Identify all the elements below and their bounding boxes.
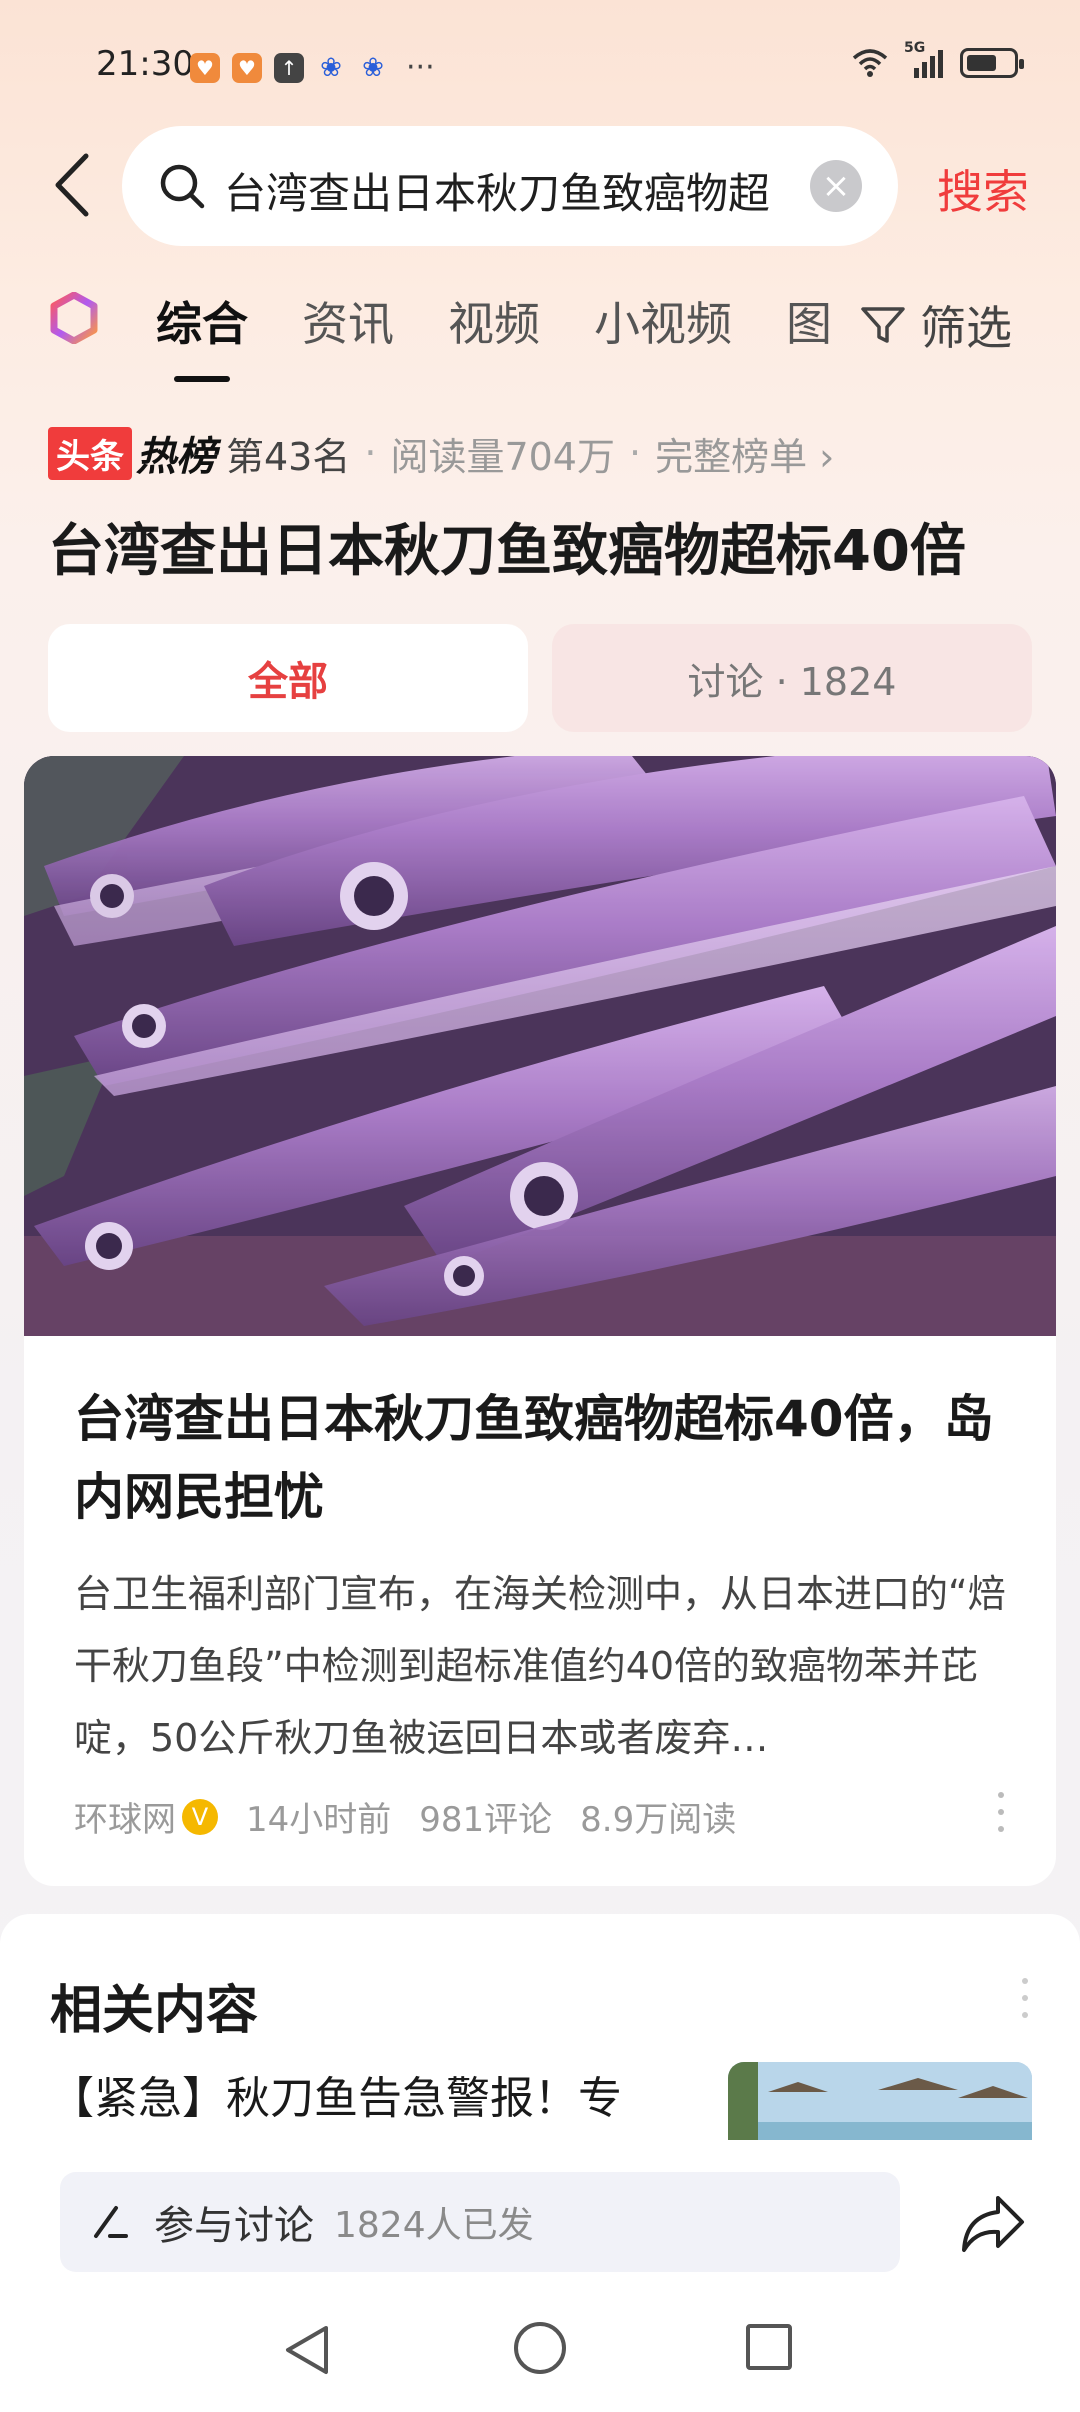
- article-card[interactable]: 台湾查出日本秋刀鱼致癌物超标40倍，岛内网民担忧 台卫生福利部门宣布，在海关检测…: [24, 756, 1056, 1886]
- discussion-label: 参与讨论: [154, 2203, 314, 2249]
- share-button[interactable]: [958, 2192, 1028, 2256]
- toutiao-badge: 头条: [48, 426, 132, 480]
- wifi-icon: [852, 48, 888, 78]
- segment-discussion[interactable]: 讨论 · 1824: [552, 624, 1032, 732]
- tab-video[interactable]: 视频: [448, 288, 540, 354]
- separator-dot: ·: [364, 431, 377, 475]
- baidu-paw-icon: ❀: [320, 52, 342, 83]
- discussion-count: 1824人已发: [334, 2205, 534, 2246]
- article-reads: 8.9万阅读: [580, 1800, 737, 1840]
- shield-app-icon-2: ♥: [232, 52, 262, 83]
- search-icon: [160, 164, 205, 209]
- nav-recent-icon[interactable]: [746, 2324, 792, 2370]
- article-summary: 台卫生福利部门宣布，在海关检测中，从日本进口的“焙干秋刀鱼段”中检测到超标准值约…: [74, 1572, 1006, 1760]
- article-title[interactable]: 台湾查出日本秋刀鱼致癌物超标40倍，岛内网民担忧: [74, 1380, 1014, 1536]
- hot-list-badge: 热榜: [136, 434, 216, 480]
- nav-back-icon[interactable]: [282, 2324, 332, 2376]
- filter-label: 筛选: [920, 301, 1012, 355]
- battery-icon: [960, 48, 1024, 78]
- discussion-input[interactable]: 参与讨论 1824人已发: [60, 2172, 900, 2272]
- filter-icon: [861, 307, 905, 343]
- clear-icon[interactable]: ×: [810, 160, 862, 212]
- separator-dot: ·: [628, 431, 642, 475]
- pen-icon: [94, 2206, 128, 2238]
- fish-photo: [24, 756, 1056, 1336]
- topic-headline: 台湾查出日本秋刀鱼致癌物超标40倍: [48, 519, 966, 584]
- status-bar: 21:30 ♥ ♥ ↑ ❀ ❀ ··· 5G: [0, 0, 1080, 120]
- tab-short-video[interactable]: 小视频: [594, 288, 732, 354]
- upload-icon: ↑: [274, 52, 304, 83]
- search-tabs: 综合 资讯 视频 小视频 图: [156, 288, 886, 382]
- overflow-icon: ···: [406, 50, 435, 85]
- verified-icon: V: [182, 1798, 218, 1835]
- tab-news[interactable]: 资讯: [302, 288, 394, 354]
- article-comments: 981评论: [419, 1800, 553, 1840]
- more-options-icon[interactable]: [996, 1792, 1006, 1832]
- article-time: 14小时前: [246, 1800, 392, 1840]
- signal-label: 5G: [904, 40, 926, 56]
- search-button[interactable]: 搜索: [937, 156, 1029, 222]
- hot-reads: 阅读量704万: [390, 434, 615, 479]
- search-input[interactable]: 台湾查出日本秋刀鱼致癌物超: [224, 160, 804, 221]
- baidu-paw-icon-2: ❀: [362, 52, 384, 83]
- system-nav-bar: [0, 2300, 1080, 2412]
- tab-comprehensive[interactable]: 综合: [156, 288, 248, 382]
- article-source[interactable]: 环球网: [74, 1792, 176, 1841]
- notification-icons: ♥ ♥ ↑ ❀ ❀ ···: [190, 50, 435, 85]
- battery-fill: [967, 55, 996, 71]
- article-meta: 环球网 V 14小时前 981评论 8.9万阅读: [74, 1792, 764, 1841]
- hot-rank: 第43名: [226, 434, 351, 479]
- system-icons: 5G: [852, 40, 1024, 78]
- back-button[interactable]: [48, 150, 98, 220]
- more-options-icon[interactable]: [1020, 1978, 1030, 2018]
- tab-images[interactable]: 图: [786, 288, 832, 354]
- hot-rank-row[interactable]: 头条 热榜 第43名 · 阅读量704万 · 完整榜单 ›: [48, 424, 834, 482]
- filter-button[interactable]: 筛选: [860, 292, 1012, 358]
- chevron-left-icon: [55, 153, 89, 217]
- shield-app-icon: ♥: [190, 52, 220, 83]
- full-list-link[interactable]: 完整榜单 ›: [655, 426, 834, 481]
- signal-icon: 5G: [904, 40, 944, 78]
- related-title: 相关内容: [50, 1981, 259, 2041]
- status-time: 21:30: [96, 44, 194, 84]
- app-logo-icon: [50, 291, 98, 345]
- article-image[interactable]: [24, 756, 1056, 1336]
- nav-home-icon[interactable]: [514, 2322, 566, 2374]
- related-item-title[interactable]: 【紧急】秋刀鱼告急警报！专: [50, 2064, 680, 2148]
- segment-all[interactable]: 全部: [48, 624, 528, 732]
- search-box[interactable]: 台湾查出日本秋刀鱼致癌物超 ×: [122, 126, 898, 246]
- share-icon: [962, 2196, 1024, 2252]
